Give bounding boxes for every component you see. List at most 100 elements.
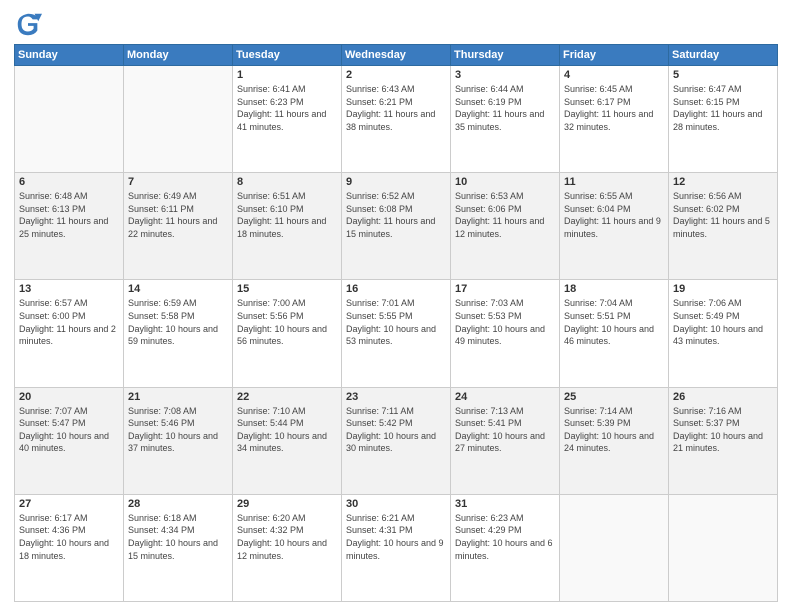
day-info: Sunrise: 6:23 AM Sunset: 4:29 PM Dayligh… [455,512,555,562]
calendar-day-cell: 10 Sunrise: 6:53 AM Sunset: 6:06 PM Dayli… [451,173,560,280]
day-number: 26 [673,391,773,403]
day-info: Sunrise: 6:51 AM Sunset: 6:10 PM Dayligh… [237,190,337,240]
calendar-day-cell [15,66,124,173]
calendar-day-cell: 6 Sunrise: 6:48 AM Sunset: 6:13 PM Daylig… [15,173,124,280]
calendar-week-row: 13 Sunrise: 6:57 AM Sunset: 6:00 PM Dayli… [15,280,778,387]
calendar-day-cell: 28 Sunrise: 6:18 AM Sunset: 4:34 PM Dayli… [124,494,233,601]
calendar-day-cell: 4Sunrise: 6:45 AM Sunset: 6:17 PM Daylig… [560,66,669,173]
calendar-day-cell: 14 Sunrise: 6:59 AM Sunset: 5:58 PM Dayli… [124,280,233,387]
calendar-week-row: 20 Sunrise: 7:07 AM Sunset: 5:47 PM Dayli… [15,387,778,494]
day-number: 12 [673,176,773,188]
day-info: Sunrise: 6:52 AM Sunset: 6:08 PM Dayligh… [346,190,446,240]
day-info: Sunrise: 6:56 AM Sunset: 6:02 PM Dayligh… [673,190,773,240]
day-info: Sunrise: 6:21 AM Sunset: 4:31 PM Dayligh… [346,512,446,562]
logo [14,10,44,38]
day-number: 5 [673,69,773,81]
day-number: 15 [237,283,337,295]
day-info: Sunrise: 7:10 AM Sunset: 5:44 PM Dayligh… [237,405,337,455]
day-number: 4 [564,69,664,81]
header-day-wednesday: Wednesday [342,45,451,66]
calendar-day-cell: 1Sunrise: 6:41 AM Sunset: 6:23 PM Daylig… [233,66,342,173]
day-number: 29 [237,498,337,510]
calendar-day-cell: 12 Sunrise: 6:56 AM Sunset: 6:02 PM Dayli… [669,173,778,280]
calendar-day-cell [124,66,233,173]
day-number: 28 [128,498,228,510]
day-info: Sunrise: 7:16 AM Sunset: 5:37 PM Dayligh… [673,405,773,455]
day-number: 27 [19,498,119,510]
day-info: Sunrise: 7:08 AM Sunset: 5:46 PM Dayligh… [128,405,228,455]
day-number: 25 [564,391,664,403]
day-info: Sunrise: 6:49 AM Sunset: 6:11 PM Dayligh… [128,190,228,240]
day-info: Sunrise: 6:18 AM Sunset: 4:34 PM Dayligh… [128,512,228,562]
header-day-monday: Monday [124,45,233,66]
calendar-day-cell: 23 Sunrise: 7:11 AM Sunset: 5:42 PM Dayli… [342,387,451,494]
day-number: 31 [455,498,555,510]
header-day-tuesday: Tuesday [233,45,342,66]
calendar-day-cell: 13 Sunrise: 6:57 AM Sunset: 6:00 PM Dayli… [15,280,124,387]
calendar-day-cell: 2 Sunrise: 6:43 AM Sunset: 6:21 PM Daylig… [342,66,451,173]
day-info: Sunrise: 6:41 AM Sunset: 6:23 PM Dayligh… [237,83,337,133]
logo-icon [14,10,42,38]
day-number: 14 [128,283,228,295]
calendar-day-cell [560,494,669,601]
day-number: 6 [19,176,119,188]
calendar-day-cell: 11Sunrise: 6:55 AM Sunset: 6:04 PM Dayli… [560,173,669,280]
calendar-week-row: 1Sunrise: 6:41 AM Sunset: 6:23 PM Daylig… [15,66,778,173]
day-info: Sunrise: 7:04 AM Sunset: 5:51 PM Dayligh… [564,297,664,347]
calendar-day-cell: 9 Sunrise: 6:52 AM Sunset: 6:08 PM Daylig… [342,173,451,280]
page: SundayMondayTuesdayWednesdayThursdayFrid… [0,0,792,612]
day-number: 3 [455,69,555,81]
day-number: 23 [346,391,446,403]
calendar-table: SundayMondayTuesdayWednesdayThursdayFrid… [14,44,778,602]
day-number: 18 [564,283,664,295]
header-day-friday: Friday [560,45,669,66]
day-info: Sunrise: 7:13 AM Sunset: 5:41 PM Dayligh… [455,405,555,455]
calendar-day-cell: 15 Sunrise: 7:00 AM Sunset: 5:56 PM Dayli… [233,280,342,387]
day-number: 9 [346,176,446,188]
day-number: 8 [237,176,337,188]
calendar-day-cell: 20 Sunrise: 7:07 AM Sunset: 5:47 PM Dayli… [15,387,124,494]
day-number: 16 [346,283,446,295]
day-info: Sunrise: 6:47 AM Sunset: 6:15 PM Dayligh… [673,83,773,133]
day-info: Sunrise: 6:57 AM Sunset: 6:00 PM Dayligh… [19,297,119,347]
day-info: Sunrise: 6:43 AM Sunset: 6:21 PM Dayligh… [346,83,446,133]
day-number: 2 [346,69,446,81]
day-number: 7 [128,176,228,188]
calendar-day-cell: 18 Sunrise: 7:04 AM Sunset: 5:51 PM Dayli… [560,280,669,387]
calendar-day-cell: 29 Sunrise: 6:20 AM Sunset: 4:32 PM Dayli… [233,494,342,601]
calendar-day-cell: 19 Sunrise: 7:06 AM Sunset: 5:49 PM Dayli… [669,280,778,387]
day-info: Sunrise: 7:00 AM Sunset: 5:56 PM Dayligh… [237,297,337,347]
calendar-day-cell [669,494,778,601]
day-info: Sunrise: 6:48 AM Sunset: 6:13 PM Dayligh… [19,190,119,240]
calendar-day-cell: 25 Sunrise: 7:14 AM Sunset: 5:39 PM Dayli… [560,387,669,494]
calendar-day-cell: 30Sunrise: 6:21 AM Sunset: 4:31 PM Dayli… [342,494,451,601]
calendar-day-cell: 21Sunrise: 7:08 AM Sunset: 5:46 PM Dayli… [124,387,233,494]
day-info: Sunrise: 6:20 AM Sunset: 4:32 PM Dayligh… [237,512,337,562]
day-number: 13 [19,283,119,295]
calendar-day-cell: 5 Sunrise: 6:47 AM Sunset: 6:15 PM Daylig… [669,66,778,173]
day-info: Sunrise: 6:55 AM Sunset: 6:04 PM Dayligh… [564,190,664,240]
day-number: 19 [673,283,773,295]
day-number: 24 [455,391,555,403]
day-number: 17 [455,283,555,295]
day-info: Sunrise: 7:11 AM Sunset: 5:42 PM Dayligh… [346,405,446,455]
calendar-day-cell: 8 Sunrise: 6:51 AM Sunset: 6:10 PM Daylig… [233,173,342,280]
calendar-body: 1Sunrise: 6:41 AM Sunset: 6:23 PM Daylig… [15,66,778,602]
header-day-saturday: Saturday [669,45,778,66]
calendar-day-cell: 31 Sunrise: 6:23 AM Sunset: 4:29 PM Dayli… [451,494,560,601]
day-info: Sunrise: 7:01 AM Sunset: 5:55 PM Dayligh… [346,297,446,347]
day-info: Sunrise: 7:06 AM Sunset: 5:49 PM Dayligh… [673,297,773,347]
calendar-day-cell: 22Sunrise: 7:10 AM Sunset: 5:44 PM Dayli… [233,387,342,494]
day-number: 20 [19,391,119,403]
header [14,10,778,38]
calendar-week-row: 27Sunrise: 6:17 AM Sunset: 4:36 PM Dayli… [15,494,778,601]
day-info: Sunrise: 7:14 AM Sunset: 5:39 PM Dayligh… [564,405,664,455]
day-number: 10 [455,176,555,188]
day-info: Sunrise: 7:07 AM Sunset: 5:47 PM Dayligh… [19,405,119,455]
header-day-thursday: Thursday [451,45,560,66]
calendar-header-row: SundayMondayTuesdayWednesdayThursdayFrid… [15,45,778,66]
calendar-day-cell: 16 Sunrise: 7:01 AM Sunset: 5:55 PM Dayli… [342,280,451,387]
day-info: Sunrise: 6:59 AM Sunset: 5:58 PM Dayligh… [128,297,228,347]
calendar-day-cell: 27Sunrise: 6:17 AM Sunset: 4:36 PM Dayli… [15,494,124,601]
day-info: Sunrise: 6:53 AM Sunset: 6:06 PM Dayligh… [455,190,555,240]
